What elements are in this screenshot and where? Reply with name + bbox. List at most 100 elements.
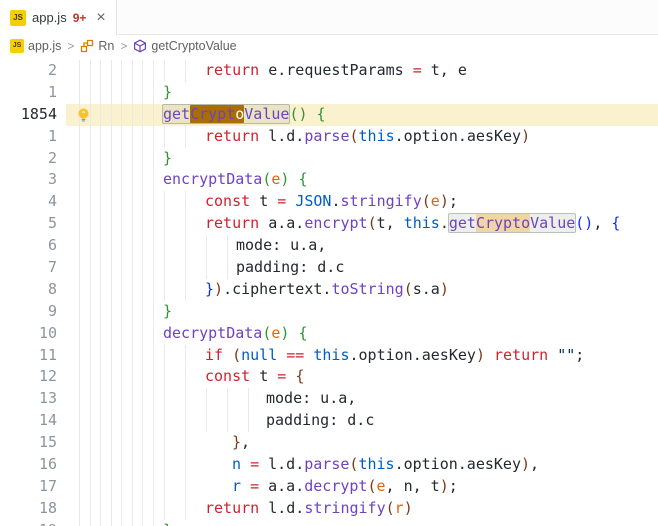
code-text[interactable]: const t = JSON.stringify(e); — [205, 191, 458, 213]
code-line-1[interactable]: 2 return e.requestParams = t, e — [0, 60, 658, 82]
chevron-right-icon: > — [120, 38, 128, 53]
code-token: t, e — [430, 61, 467, 79]
indent-guide — [184, 257, 186, 279]
line-number[interactable]: 9 — [0, 301, 57, 323]
line-number[interactable]: 2 — [0, 148, 57, 170]
code-text[interactable]: return l.d.parse(this.option.aesKey) — [205, 126, 530, 148]
line-number[interactable]: 7 — [0, 257, 57, 279]
line-number[interactable]: 15 — [0, 432, 57, 454]
code-text[interactable]: n = l.d.parse(this.option.aesKey), — [232, 454, 539, 476]
code-text[interactable]: decryptData(e) { — [163, 323, 308, 345]
js-file-icon: JS — [10, 38, 24, 53]
editor[interactable]: 2 return e.requestParams = t, e 1} 1854 getC… — [0, 56, 658, 526]
indent-guide — [131, 125, 133, 148]
code-text[interactable]: } — [163, 301, 172, 323]
indent-guide — [142, 344, 143, 367]
line-number[interactable]: 13 — [0, 388, 57, 410]
code-text[interactable]: const t = { — [205, 366, 304, 388]
code-text[interactable]: if (null == this.option.aesKey) return "… — [205, 345, 584, 367]
code-line-15[interactable]: 12 const t = { — [0, 366, 658, 389]
code-line-9[interactable]: 6 mode: u.a, — [0, 235, 658, 258]
indent-guide — [89, 60, 91, 82]
code-text[interactable]: padding: d.c — [266, 410, 374, 432]
indent-guide — [142, 257, 143, 279]
code-text[interactable]: } — [163, 148, 172, 170]
line-number[interactable]: 19 — [0, 520, 57, 526]
line-number[interactable]: 1 — [0, 82, 57, 104]
code-token: "" — [557, 345, 576, 364]
code-line-21[interactable]: 18 return l.d.stringify(r) — [0, 497, 658, 520]
code-line-4[interactable]: 1 return l.d.parse(this.option.aesKey) — [0, 125, 658, 148]
line-number[interactable]: 10 — [0, 323, 57, 345]
code-text[interactable]: return e.requestParams = t, e — [205, 60, 467, 82]
code-text[interactable]: mode: u.a, — [236, 235, 326, 257]
code-line-6[interactable]: 3 encryptData(e) { — [0, 169, 658, 192]
code-line-17[interactable]: 14 padding: d.c — [0, 410, 658, 433]
code-line-8[interactable]: 5 return a.a.encrypt(t, this.getCryptoVal… — [0, 213, 658, 236]
indent-guide — [152, 81, 154, 104]
code-text[interactable]: encryptData(e) { — [163, 169, 308, 191]
code-token: if — [205, 345, 233, 364]
code-text[interactable]: return l.d.stringify(r) — [205, 498, 413, 520]
indent-guide — [142, 278, 143, 301]
code-line-3[interactable]: 1854 getCryptoValue() { — [0, 103, 658, 126]
code-token: ( — [367, 476, 377, 495]
code-line-18[interactable]: 15}, — [0, 432, 658, 455]
code-token: null — [241, 345, 287, 364]
line-number[interactable]: 17 — [0, 476, 57, 498]
indent-guide — [110, 432, 112, 455]
indent-guide — [89, 300, 91, 323]
indent-guide — [142, 235, 143, 258]
code-line-22[interactable]: 19} — [0, 519, 658, 526]
code-text[interactable]: }, — [232, 432, 250, 454]
code-text[interactable]: } — [163, 520, 172, 526]
code-line-19[interactable]: 16 n = l.d.parse(this.option.aesKey), — [0, 454, 658, 476]
code-token: return — [205, 61, 269, 79]
line-number[interactable]: 5 — [0, 213, 57, 235]
line-number[interactable]: 16 — [0, 454, 57, 476]
code-text[interactable]: return a.a.encrypt(t, this.getCryptoValu… — [205, 213, 620, 235]
line-number[interactable]: 6 — [0, 235, 57, 257]
line-number[interactable]: 2 — [0, 60, 57, 82]
line-number[interactable]: 12 — [0, 366, 57, 388]
code-line-14[interactable]: 11 if (null == this.option.aesKey) return… — [0, 344, 658, 367]
close-icon[interactable]: × — [96, 9, 105, 26]
lightbulb-icon[interactable] — [76, 107, 91, 123]
code-line-5[interactable]: 2} — [0, 147, 658, 170]
breadcrumb-item-method[interactable]: getCryptoValue — [133, 39, 237, 53]
line-number[interactable]: 1 — [0, 126, 57, 148]
indent-guide — [152, 125, 154, 148]
code-text[interactable]: }).ciphertext.toString(s.a) — [205, 279, 449, 301]
code-line-12[interactable]: 9} — [0, 300, 658, 323]
code-line-13[interactable]: 10 decryptData(e) { — [0, 322, 658, 345]
code-line-11[interactable]: 8 }).ciphertext.toString(s.a) — [0, 278, 658, 301]
line-number[interactable]: 11 — [0, 345, 57, 367]
line-number-current[interactable]: 1854 — [0, 104, 57, 126]
indent-guide — [89, 366, 91, 389]
code-text[interactable]: getCryptoValue() { — [162, 103, 326, 126]
code-line-7[interactable]: 4 const t = JSON.stringify(e); — [0, 191, 658, 214]
indent-guide — [152, 103, 154, 126]
code-text[interactable]: padding: d.c — [236, 257, 344, 279]
line-number[interactable]: 4 — [0, 191, 57, 213]
code-line-20[interactable]: 17 r = a.a.decrypt(e, n, t); — [0, 475, 658, 498]
indent-guide — [163, 235, 165, 258]
breadcrumb-item-file[interactable]: JS app.js — [10, 38, 61, 53]
code-text[interactable]: r = a.a.decrypt(e, n, t); — [232, 476, 458, 498]
code-token: = — [250, 476, 269, 495]
line-number[interactable]: 18 — [0, 498, 57, 520]
line-number[interactable]: 8 — [0, 279, 57, 301]
code-text[interactable]: } — [163, 82, 172, 104]
code-token: e — [430, 192, 440, 211]
code-line-2[interactable]: 1} — [0, 81, 658, 104]
code-token: decrypt — [304, 476, 368, 495]
indent-guide — [152, 432, 154, 455]
line-number[interactable]: 3 — [0, 169, 57, 191]
code-line-16[interactable]: 13 mode: u.a, — [0, 388, 658, 411]
tab-appjs[interactable]: JS app.js 9+ × — [0, 0, 117, 35]
breadcrumb-item-class[interactable]: Rn — [80, 39, 114, 53]
code-token: ) — [521, 126, 531, 145]
code-text[interactable]: mode: u.a, — [266, 388, 356, 410]
line-number[interactable]: 14 — [0, 410, 57, 432]
code-line-10[interactable]: 7 padding: d.c — [0, 257, 658, 279]
